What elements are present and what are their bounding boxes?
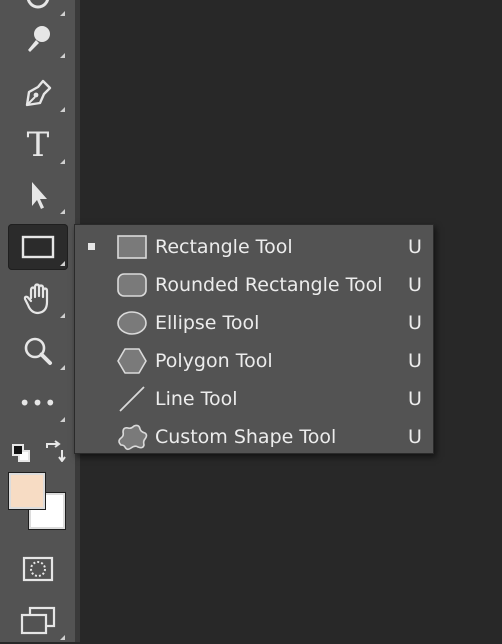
brush-icon [28,26,50,52]
tool-group-indicator [60,635,65,640]
swap-colors-icon[interactable] [44,440,66,462]
pen-nib-icon [25,79,52,107]
screen-mode-button[interactable] [8,598,68,644]
ellipse-icon [115,308,149,338]
tool-group-indicator [60,261,65,266]
brush-tool-button[interactable] [8,16,68,62]
menu-item-polygon-tool[interactable]: Polygon Tool U [75,342,433,380]
tool-group-indicator [60,159,65,164]
rectangle-shape-icon [115,232,149,262]
edit-toolbar-button[interactable]: ••• [8,380,68,426]
ellipsis-icon: ••• [18,391,58,415]
default-colors-icon[interactable] [11,443,31,463]
shape-tools-flyout: Rectangle Tool U Rounded Rectangle Tool … [74,224,434,454]
menu-item-rectangle-tool[interactable]: Rectangle Tool U [75,228,433,266]
menu-item-label: Rounded Rectangle Tool [155,274,383,296]
menu-item-shortcut: U [408,236,422,258]
tool-group-indicator [60,209,65,214]
tool-group-indicator [60,107,65,112]
type-tool-button[interactable]: T [8,122,68,168]
menu-item-shortcut: U [408,426,422,448]
bandage-icon [26,0,50,9]
hand-tool-button[interactable] [8,276,68,322]
rectangle-tool-button[interactable] [8,224,68,270]
menu-item-label: Custom Shape Tool [155,426,337,448]
line-icon [115,384,149,414]
tool-group-indicator [60,365,65,370]
menu-item-custom-shape-tool[interactable]: Custom Shape Tool U [75,418,433,456]
quick-mask-button[interactable] [8,546,68,592]
zoom-tool-button[interactable] [8,328,68,374]
selected-indicator [88,243,95,250]
menu-item-label: Rectangle Tool [155,236,293,258]
hand-icon [23,283,49,315]
screen-mode-icon [20,606,56,635]
menu-item-shortcut: U [408,312,422,334]
type-t-icon: T [26,125,50,165]
quick-mask-icon [22,556,54,582]
path-selection-tool-button[interactable] [8,172,68,218]
menu-item-line-tool[interactable]: Line Tool U [75,380,433,418]
menu-item-label: Line Tool [155,388,238,410]
rectangle-icon [21,235,55,259]
polygon-icon [115,346,149,376]
menu-item-shortcut: U [408,274,422,296]
menu-item-shortcut: U [408,388,422,410]
tool-group-indicator [60,313,65,318]
menu-item-ellipse-tool[interactable]: Ellipse Tool U [75,304,433,342]
menu-item-label: Polygon Tool [155,350,273,372]
arrow-cursor-icon [32,182,47,209]
rounded-rectangle-icon [115,270,149,300]
custom-shape-icon [115,422,149,452]
menu-item-label: Ellipse Tool [155,312,260,334]
tool-group-indicator [60,53,65,58]
tools-panel: T ••• [0,0,75,642]
magnifier-icon [24,337,52,365]
menu-item-shortcut: U [408,350,422,372]
pen-tool-button[interactable] [8,70,68,116]
color-swatches [0,440,75,540]
menu-item-rounded-rectangle-tool[interactable]: Rounded Rectangle Tool U [75,266,433,304]
foreground-color-swatch[interactable] [8,472,46,510]
tool-group-indicator [60,417,65,422]
